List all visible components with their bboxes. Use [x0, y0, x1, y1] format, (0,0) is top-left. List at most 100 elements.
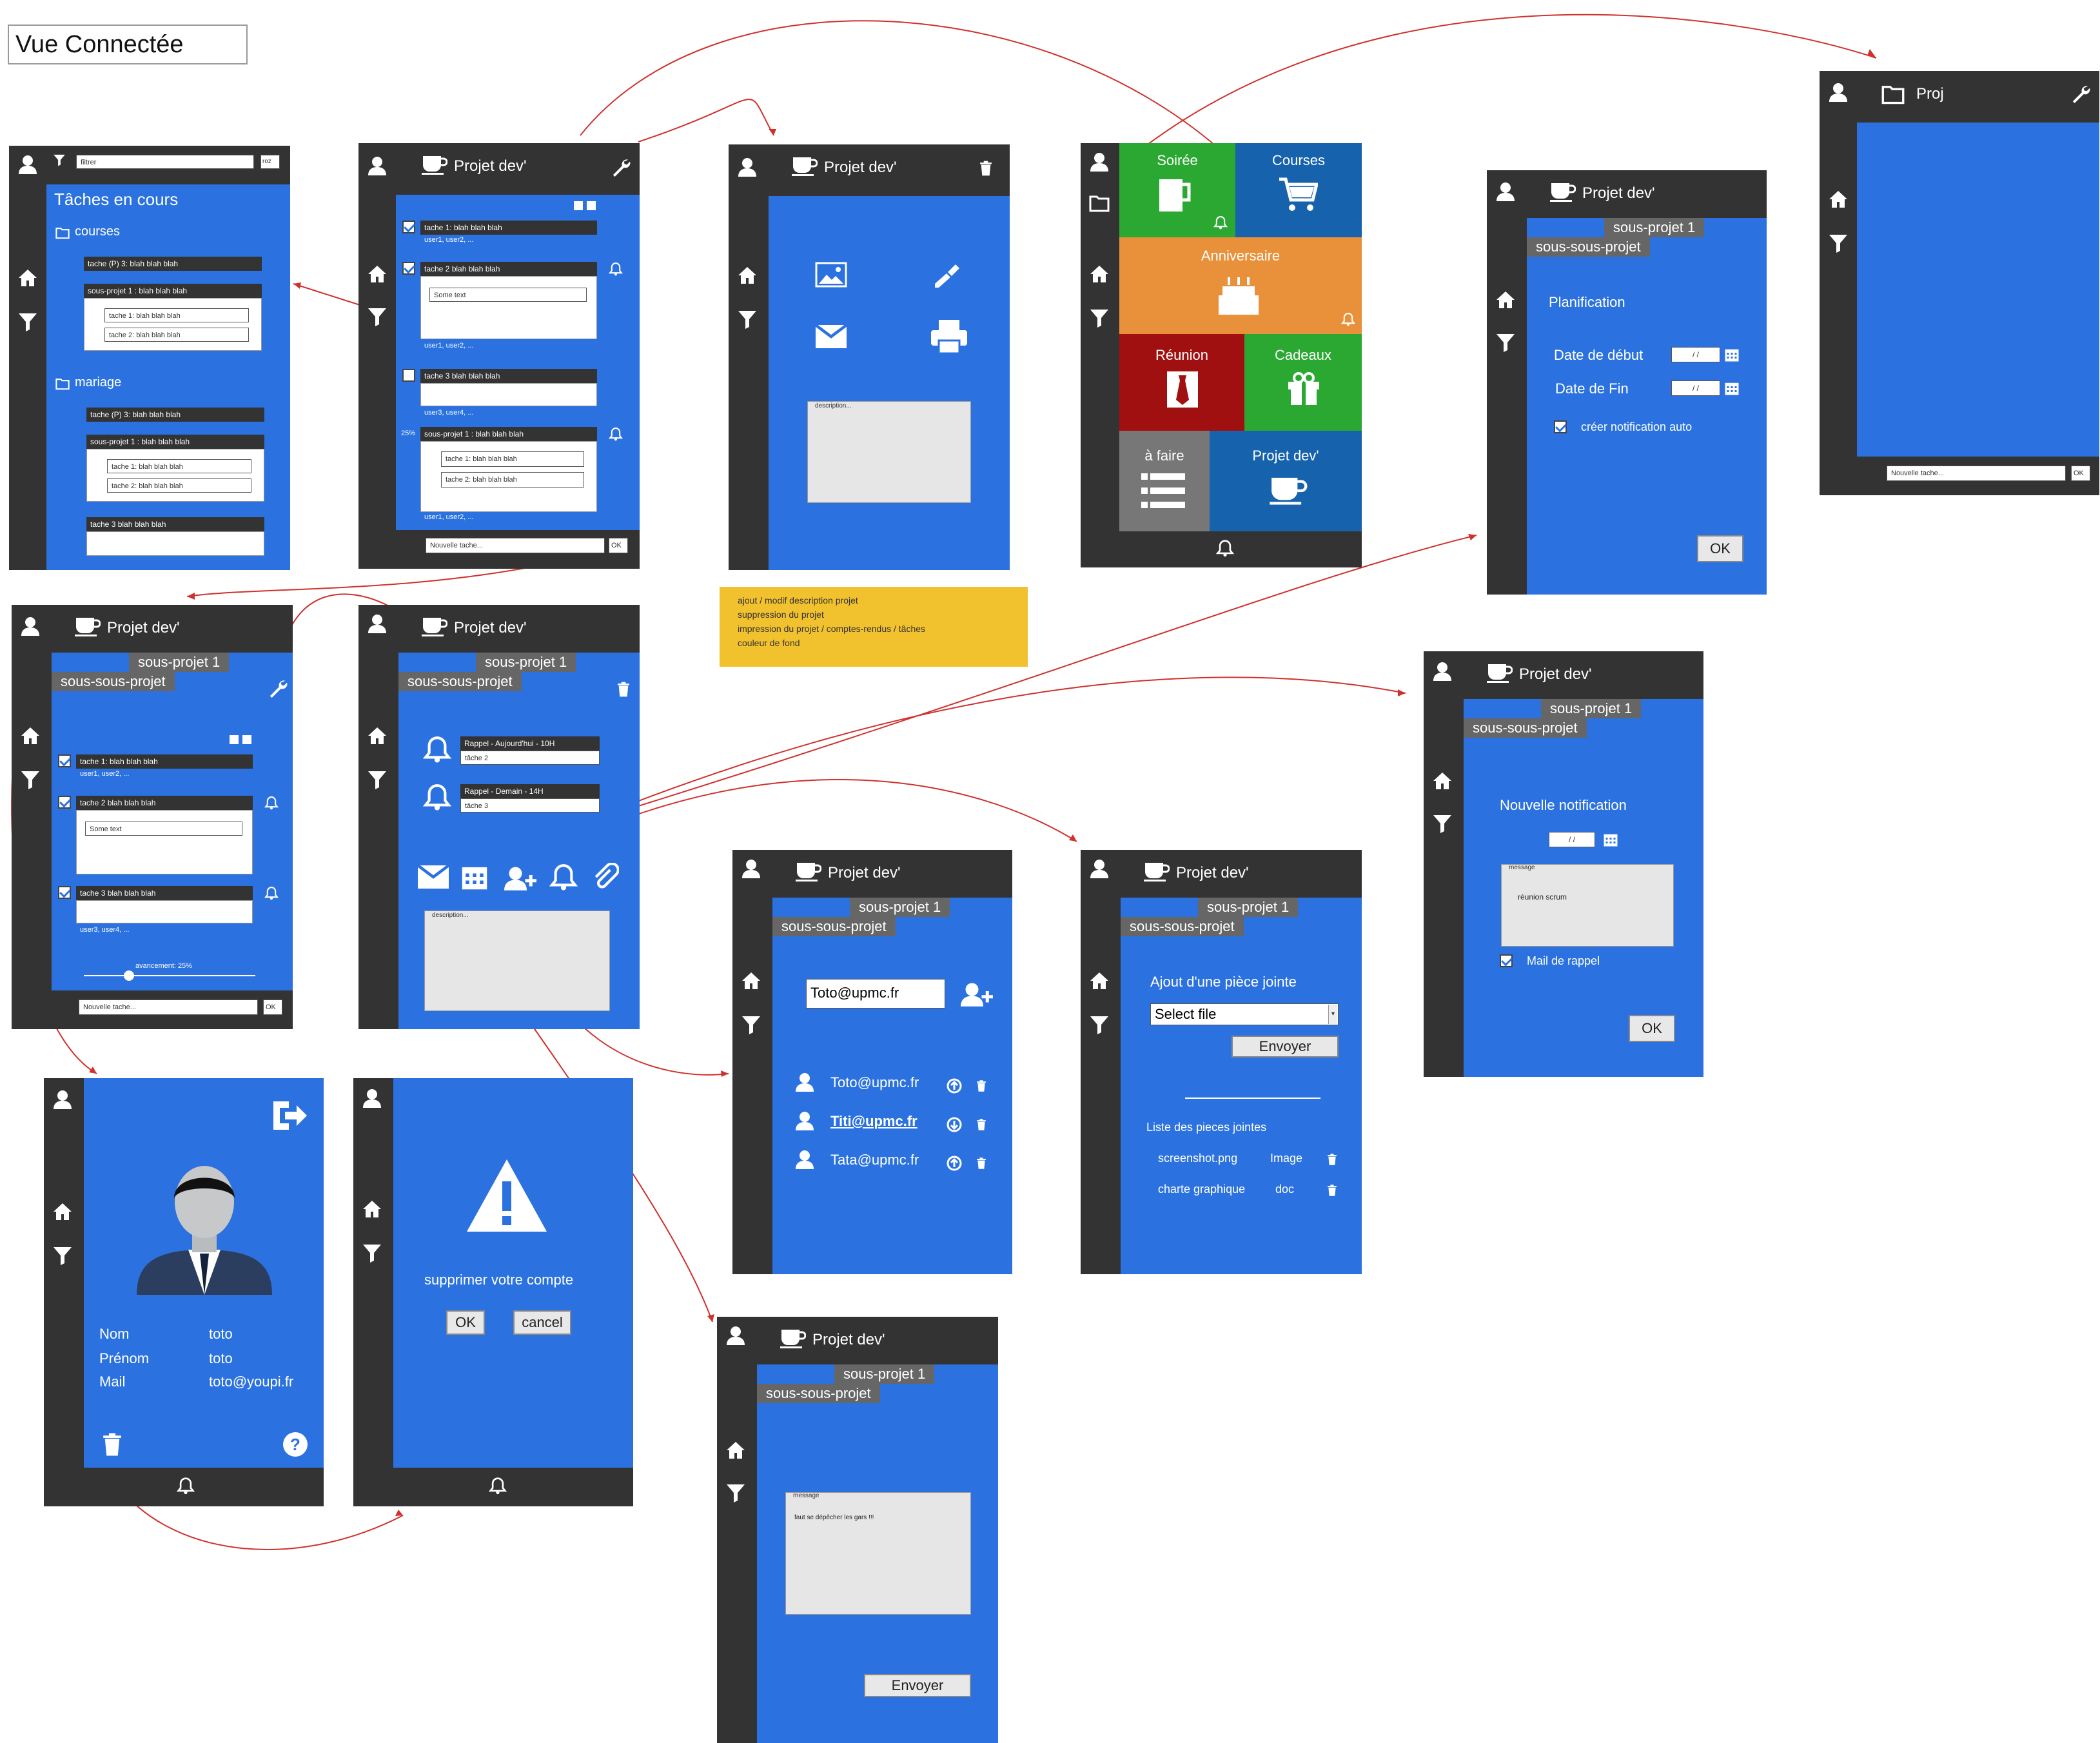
task-row[interactable]: tache (P) 3: blah blah blah: [86, 408, 264, 422]
subtask[interactable]: tache 2: blah blah blah: [107, 478, 251, 493]
bell-icon[interactable]: [1216, 539, 1234, 557]
home-icon[interactable]: [1431, 770, 1453, 792]
tile-cadeaux[interactable]: Cadeaux: [1244, 334, 1362, 431]
calendar-icon[interactable]: [1603, 832, 1618, 847]
reminder-title[interactable]: Rappel - Aujourd'hui - 10H: [460, 736, 600, 751]
calendar-icon[interactable]: [1724, 380, 1740, 396]
calendar-icon[interactable]: [1724, 347, 1740, 362]
task-row[interactable]: tache 1: blah blah blah: [76, 754, 253, 769]
task-checkbox[interactable]: [402, 221, 415, 233]
reminder-task[interactable]: tâche 3: [460, 798, 600, 812]
filter-icon[interactable]: [366, 306, 388, 328]
tile-reunion[interactable]: Réunion: [1119, 334, 1244, 431]
home-icon[interactable]: [17, 267, 39, 289]
user-icon[interactable]: [1431, 660, 1453, 682]
bell-icon[interactable]: [177, 1477, 195, 1495]
description-area[interactable]: [807, 401, 971, 503]
subsubproject-tab[interactable]: sous-sous-projet: [1121, 917, 1244, 936]
new-task-input[interactable]: Nouvelle tache...: [1887, 466, 2066, 481]
subtask[interactable]: tache 1: blah blah blah: [104, 308, 249, 322]
user-icon[interactable]: [19, 615, 41, 637]
image-icon[interactable]: [815, 262, 847, 288]
roz-button[interactable]: roz: [260, 155, 280, 169]
filter-icon[interactable]: [1088, 307, 1110, 329]
add-member-icon[interactable]: [504, 865, 536, 891]
task-row[interactable]: tache 3 blah blah blah: [76, 886, 253, 900]
notification-date-input[interactable]: / /: [1549, 832, 1595, 847]
trash-icon[interactable]: [975, 1157, 988, 1170]
tile-projet-dev[interactable]: Projet dev': [1210, 431, 1362, 531]
user-icon[interactable]: [366, 155, 388, 177]
subproject-tab[interactable]: sous-projet 1: [1604, 218, 1705, 237]
trash-icon[interactable]: [433, 317, 444, 328]
filter-input[interactable]: filtrer: [76, 155, 254, 169]
demote-icon[interactable]: [947, 1117, 962, 1132]
ok-button[interactable]: OK: [609, 538, 628, 553]
filter-icon[interactable]: [1431, 812, 1453, 834]
filter-icon[interactable]: [52, 1245, 74, 1266]
promote-icon[interactable]: [947, 1078, 962, 1094]
bell-icon[interactable]: [264, 886, 279, 900]
user-icon[interactable]: [740, 858, 762, 880]
reminder-mail-checkbox[interactable]: [1500, 954, 1513, 967]
filter-icon[interactable]: [740, 1014, 762, 1036]
wrench-icon[interactable]: [611, 157, 631, 177]
home-icon[interactable]: [1495, 289, 1516, 311]
subproject-row[interactable]: sous-projet 1 : blah blah blah: [420, 427, 597, 441]
home-icon[interactable]: [361, 1198, 383, 1220]
message-area[interactable]: [785, 1492, 971, 1615]
ok-button[interactable]: OK: [1697, 535, 1743, 562]
collapse-button[interactable]: [574, 201, 583, 210]
task-checkbox[interactable]: [58, 796, 71, 809]
task-checkbox[interactable]: [58, 754, 71, 767]
subtask[interactable]: tache 2: blah blah blah: [104, 328, 249, 342]
user-icon[interactable]: [17, 153, 39, 175]
filter-icon[interactable]: [361, 1242, 383, 1264]
task-row[interactable]: tache (P) 3: blah blah blah: [84, 257, 262, 271]
bell-icon[interactable]: [609, 262, 623, 276]
user-icon[interactable]: [725, 1324, 747, 1346]
home-icon[interactable]: [1088, 263, 1110, 285]
mail-icon[interactable]: [418, 865, 449, 889]
member-email[interactable]: Titi@upmc.fr: [830, 1113, 918, 1130]
bell-icon[interactable]: [549, 863, 578, 891]
tile-soiree[interactable]: Soirée: [1119, 143, 1235, 237]
ok-button[interactable]: OK: [263, 1000, 282, 1015]
folder-courses[interactable]: courses: [75, 224, 120, 239]
subproject-tab[interactable]: sous-projet 1: [1541, 699, 1642, 718]
chevron-down-icon[interactable]: ▾: [1328, 1005, 1337, 1024]
auto-notification-checkbox[interactable]: [1554, 420, 1567, 433]
new-task-input[interactable]: Nouvelle tache...: [426, 538, 605, 553]
start-date-input[interactable]: / /: [1671, 347, 1720, 362]
subsubproject-tab[interactable]: sous-sous-projet: [1527, 237, 1650, 257]
bell-icon[interactable]: [489, 1477, 507, 1495]
home-icon[interactable]: [740, 970, 762, 992]
end-date-input[interactable]: / /: [1671, 380, 1720, 396]
reminder-title[interactable]: Rappel - Demain - 14H: [460, 784, 600, 798]
subproject-row[interactable]: sous-projet 1 : blah blah blah: [84, 284, 262, 298]
trash-icon[interactable]: [1326, 1184, 1339, 1197]
trash-icon[interactable]: [975, 1118, 988, 1131]
promote-icon[interactable]: [947, 1156, 962, 1171]
filter-icon[interactable]: [736, 308, 758, 330]
filter-icon[interactable]: [1088, 1014, 1110, 1036]
trash-icon[interactable]: [615, 681, 632, 698]
wrench-icon[interactable]: [2071, 84, 2090, 103]
progress-slider-handle[interactable]: [124, 970, 134, 981]
send-button[interactable]: Envoyer: [864, 1674, 971, 1697]
user-icon[interactable]: [1088, 151, 1110, 173]
task-checkbox[interactable]: [402, 262, 415, 275]
logout-icon[interactable]: [271, 1099, 309, 1132]
subproject-tab[interactable]: sous-projet 1: [1198, 898, 1299, 917]
attachment-icon[interactable]: [591, 863, 619, 891]
subproject-tab[interactable]: sous-projet 1: [834, 1364, 935, 1384]
user-icon[interactable]: [1495, 181, 1516, 202]
trash-icon[interactable]: [1326, 1153, 1339, 1166]
tile-courses[interactable]: Courses: [1235, 143, 1362, 237]
attachment-name[interactable]: screenshot.png: [1158, 1152, 1237, 1165]
home-icon[interactable]: [19, 725, 41, 747]
subtask[interactable]: tache 1: blah blah blah: [107, 459, 251, 473]
home-icon[interactable]: [366, 725, 388, 747]
subproject-row[interactable]: sous-projet 1 : blah blah blah: [86, 435, 264, 449]
filter-icon[interactable]: [17, 311, 39, 333]
